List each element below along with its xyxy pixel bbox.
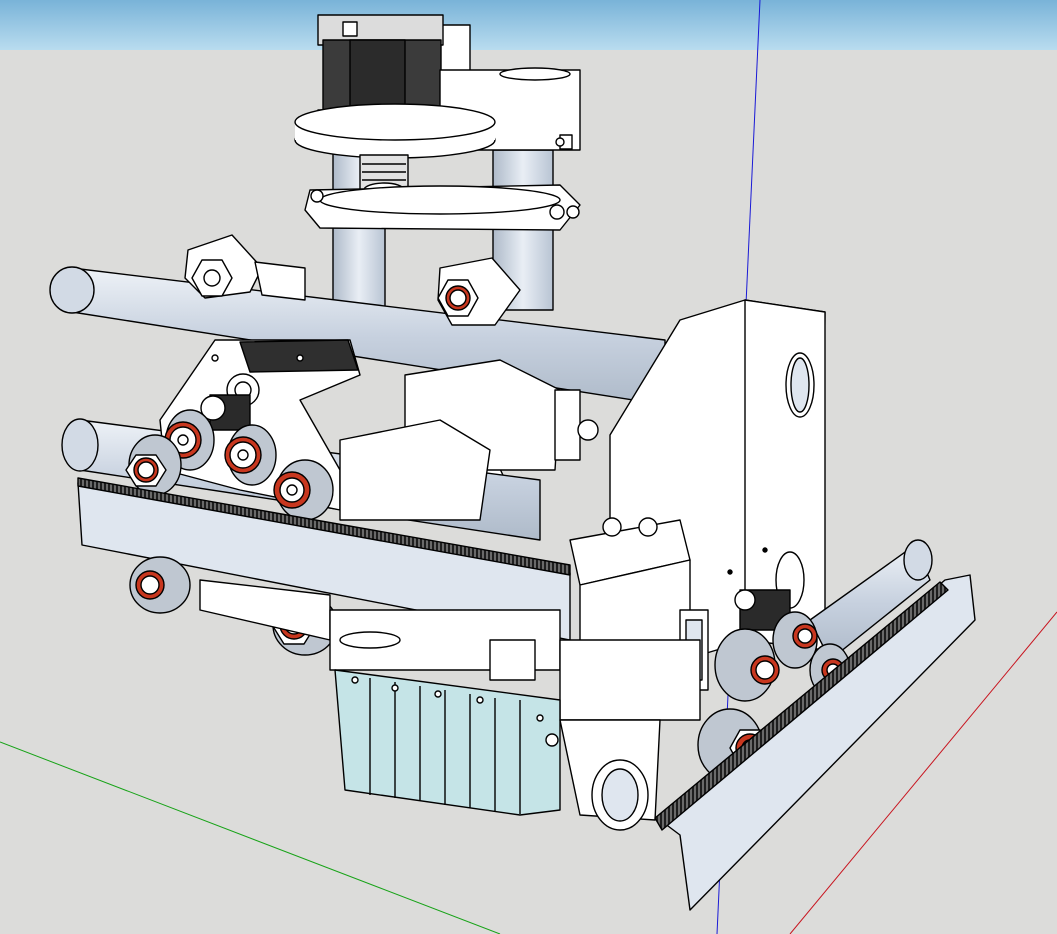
lower-mount-plate xyxy=(304,184,581,231)
scene-canvas[interactable] xyxy=(0,0,1057,934)
3d-viewport[interactable] xyxy=(0,0,1057,934)
sky xyxy=(0,0,1057,50)
